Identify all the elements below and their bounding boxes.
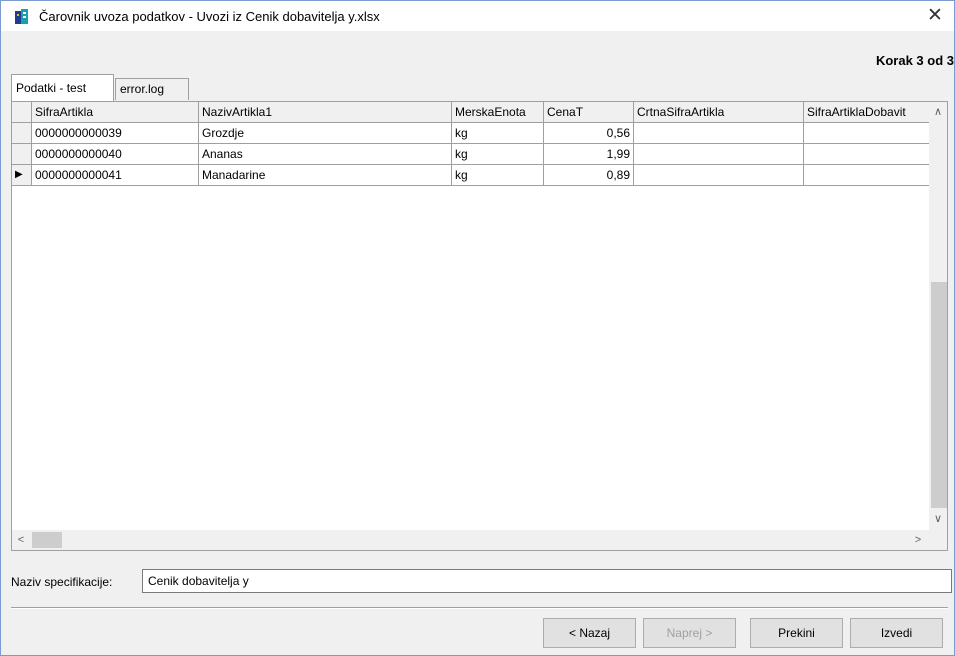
column-header[interactable]: SifraArtiklaDobavit	[804, 102, 929, 123]
grid-cell[interactable]: Grozdje	[199, 123, 452, 144]
app-icon	[15, 9, 28, 24]
scroll-down-icon[interactable]: ∨	[929, 511, 947, 528]
column-header[interactable]: CrtnaSifraArtikla	[634, 102, 804, 123]
grid-cell[interactable]: 1,99	[544, 144, 634, 165]
grid-cell[interactable]	[634, 165, 804, 186]
close-icon[interactable]: ✕	[921, 4, 949, 28]
grid-cell[interactable]: kg	[452, 165, 544, 186]
row-indicator[interactable]	[12, 123, 32, 144]
row-indicator[interactable]	[12, 144, 32, 165]
tab-error-log[interactable]: error.log	[115, 78, 189, 100]
grid-corner	[12, 102, 32, 123]
grid-cell[interactable]: kg	[452, 123, 544, 144]
back-button[interactable]: < Nazaj	[543, 618, 636, 648]
current-row-marker[interactable]: ▶	[12, 165, 32, 186]
spec-name-input[interactable]: Cenik dobavitelja y	[142, 569, 952, 593]
grid-cell[interactable]	[634, 123, 804, 144]
divider	[11, 607, 948, 609]
window-title: Čarovnik uvoza podatkov - Uvozi iz Cenik…	[39, 9, 380, 24]
vertical-scroll-thumb[interactable]	[931, 282, 947, 508]
import-wizard-window: Čarovnik uvoza podatkov - Uvozi iz Cenik…	[0, 0, 955, 656]
column-header[interactable]: MerskaEnota	[452, 102, 544, 123]
spec-name-label: Naziv specifikacije:	[11, 575, 113, 589]
step-indicator: Korak 3 od 3	[875, 53, 954, 68]
grid-cell[interactable]: 0000000000041	[32, 165, 199, 186]
execute-button[interactable]: Izvedi	[850, 618, 943, 648]
scroll-left-icon[interactable]: <	[12, 532, 30, 549]
next-button[interactable]: Naprej >	[643, 618, 736, 648]
grid-cell[interactable]: Ananas	[199, 144, 452, 165]
grid-cell[interactable]: Manadarine	[199, 165, 452, 186]
grid-cell[interactable]	[634, 144, 804, 165]
column-header[interactable]: CenaT	[544, 102, 634, 123]
grid-viewport: SifraArtikla NazivArtikla1 MerskaEnota C…	[12, 102, 929, 530]
grid-cell[interactable]	[804, 123, 929, 144]
horizontal-scroll-thumb[interactable]	[32, 532, 62, 548]
title-bar: Čarovnik uvoza podatkov - Uvozi iz Cenik…	[1, 1, 954, 31]
vertical-scrollbar[interactable]: ∧ ∨	[929, 102, 947, 530]
cancel-button[interactable]: Prekini	[750, 618, 843, 648]
scroll-corner	[929, 530, 947, 550]
grid-cell[interactable]	[804, 165, 929, 186]
scroll-right-icon[interactable]: >	[909, 532, 927, 549]
scroll-up-icon[interactable]: ∧	[929, 104, 947, 121]
grid-cell[interactable]: 0,56	[544, 123, 634, 144]
grid-cell[interactable]: 0,89	[544, 165, 634, 186]
grid-cell[interactable]: kg	[452, 144, 544, 165]
column-header[interactable]: NazivArtikla1	[199, 102, 452, 123]
column-header[interactable]: SifraArtikla	[32, 102, 199, 123]
grid-cell[interactable]: 0000000000040	[32, 144, 199, 165]
data-grid: SifraArtikla NazivArtikla1 MerskaEnota C…	[11, 101, 948, 551]
horizontal-scrollbar[interactable]: < >	[12, 530, 929, 550]
grid-cell[interactable]	[804, 144, 929, 165]
tab-podatki-test[interactable]: Podatki - test	[11, 74, 114, 101]
grid-cell[interactable]: 0000000000039	[32, 123, 199, 144]
